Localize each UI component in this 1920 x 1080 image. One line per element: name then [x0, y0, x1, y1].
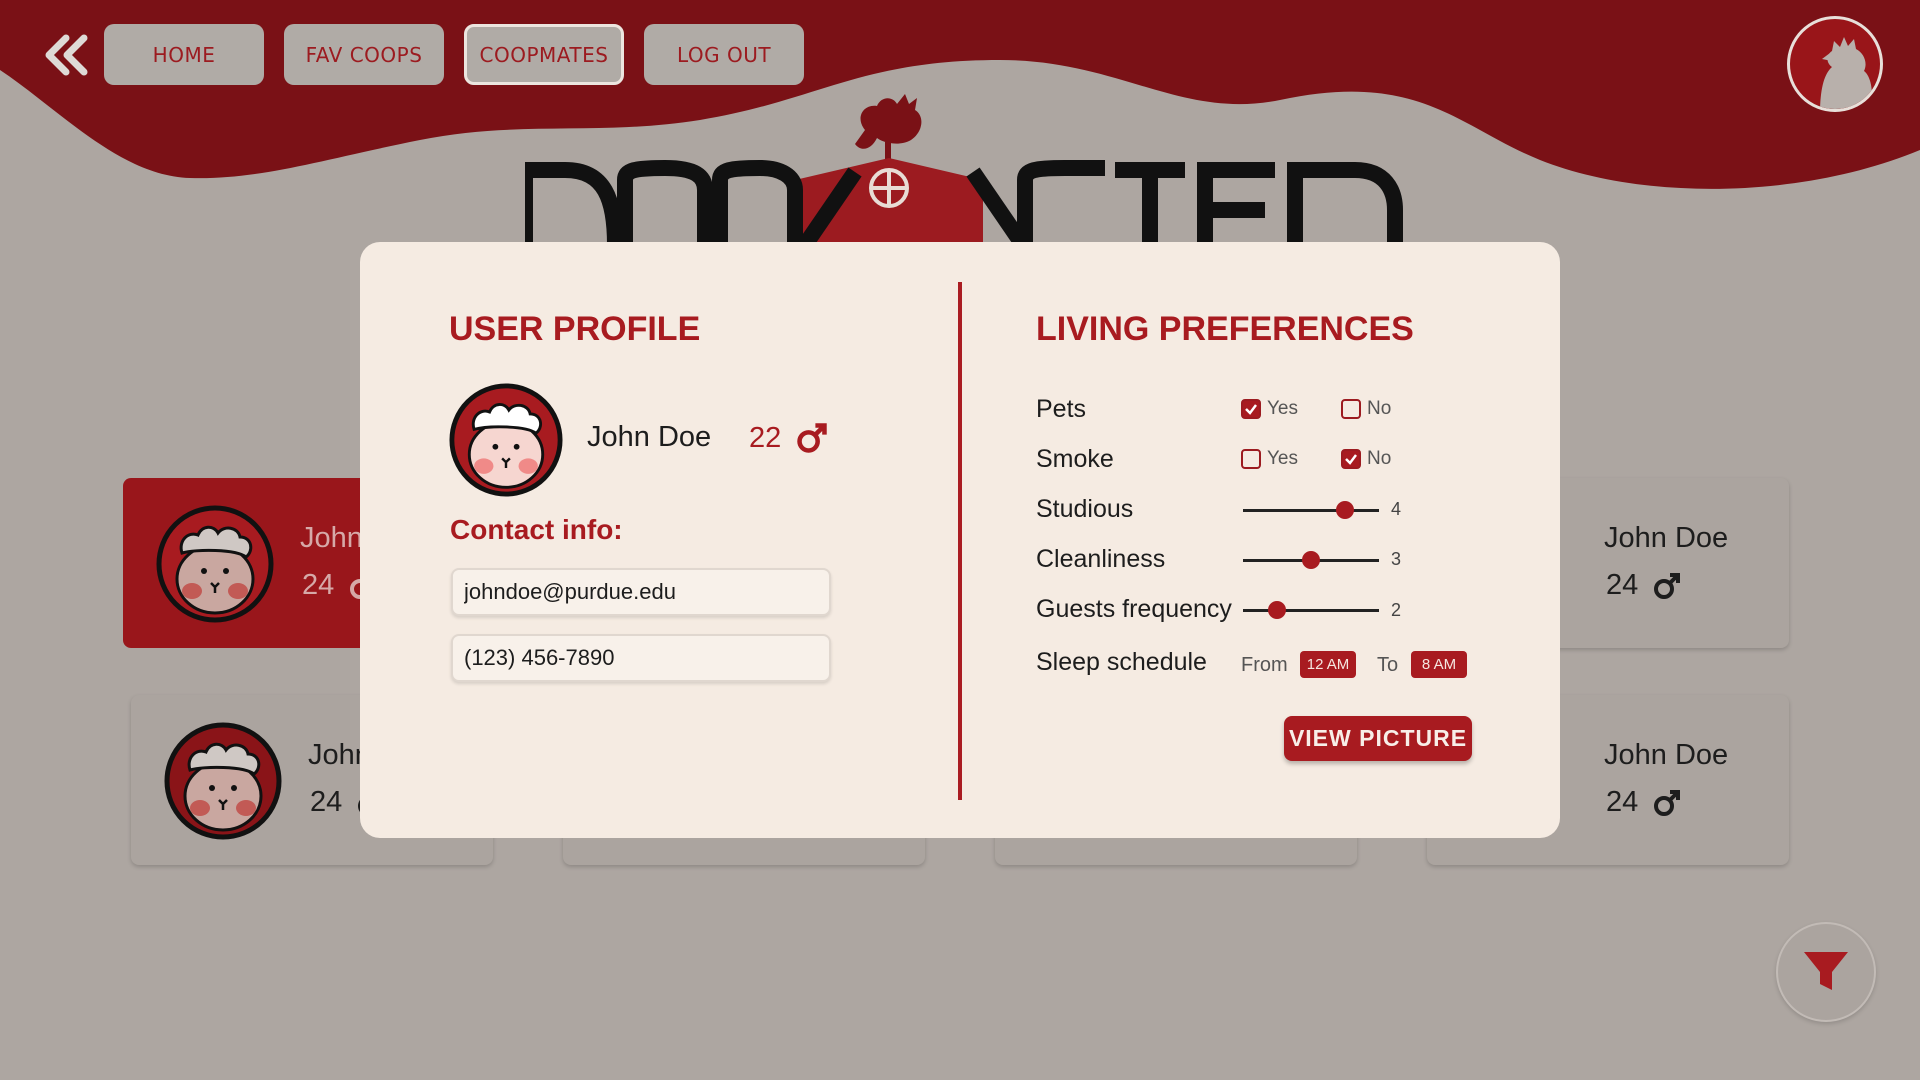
- sleep-to-label: To: [1377, 654, 1399, 676]
- guests-frequency-value: 2: [1391, 600, 1402, 620]
- slider-thumb[interactable]: [1302, 551, 1320, 569]
- app-logo: [525, 94, 1403, 245]
- user-profile-heading: USER PROFILE: [449, 310, 701, 348]
- account-avatar[interactable]: [1787, 16, 1883, 112]
- card-age: 24: [310, 786, 343, 818]
- card-name: John Doe: [1604, 522, 1729, 554]
- check-icon: [1241, 399, 1261, 419]
- slider-thumb[interactable]: [1336, 501, 1354, 519]
- phone-field[interactable]: [451, 634, 831, 682]
- slider-thumb[interactable]: [1268, 601, 1286, 619]
- checkbox-empty-icon: [1341, 399, 1361, 419]
- email-field[interactable]: [451, 568, 831, 616]
- profile-age: 22: [749, 421, 782, 454]
- pets-no-label: No: [1367, 398, 1392, 419]
- view-picture-button[interactable]: VIEW PICTURE: [1284, 716, 1472, 761]
- cleanliness-value: 3: [1391, 549, 1402, 569]
- male-icon: [1654, 789, 1681, 816]
- modal-divider: [958, 282, 962, 800]
- sleep-to-time[interactable]: 8 AM: [1411, 651, 1467, 678]
- pets-label: Pets: [1036, 395, 1087, 423]
- smoke-no-checkbox[interactable]: No: [1341, 448, 1391, 470]
- nav-fav-coops-button[interactable]: FAV COOPS: [284, 24, 444, 85]
- pets-yes-label: Yes: [1267, 398, 1298, 419]
- double-chevron-left-icon: [45, 34, 88, 76]
- studious-value: 4: [1391, 499, 1402, 519]
- sleep-from-label: From: [1241, 654, 1288, 676]
- sleep-schedule-label: Sleep schedule: [1036, 648, 1207, 676]
- guests-frequency-label: Guests frequency: [1036, 595, 1232, 623]
- filter-button[interactable]: [1776, 922, 1876, 1022]
- card-age: 24: [302, 569, 335, 601]
- check-icon: [1341, 449, 1361, 469]
- sheep-avatar-icon: [164, 722, 282, 840]
- smoke-label: Smoke: [1036, 445, 1114, 473]
- slider-track: [1243, 609, 1379, 612]
- male-icon: [797, 423, 827, 453]
- studious-slider[interactable]: [1243, 500, 1379, 520]
- sleep-from-time[interactable]: 12 AM: [1300, 651, 1356, 678]
- contact-info-label: Contact info:: [450, 514, 623, 545]
- card-name: John Doe: [1604, 739, 1729, 771]
- filter-icon: [1804, 952, 1848, 990]
- sheep-avatar-icon: [156, 505, 274, 623]
- profile-age-row: 22: [749, 421, 829, 455]
- card-age: 24: [1606, 786, 1639, 818]
- sheep-avatar-icon: [449, 383, 563, 497]
- rooster-weathervane-icon: [855, 94, 922, 168]
- smoke-no-label: No: [1367, 448, 1392, 469]
- studious-label: Studious: [1036, 495, 1134, 523]
- male-icon: [1654, 572, 1681, 599]
- card-age: 24: [1606, 569, 1639, 601]
- back-button[interactable]: [42, 30, 92, 80]
- living-preferences-heading: LIVING PREFERENCES: [1036, 310, 1414, 348]
- card-age-row: 24: [1606, 569, 1682, 602]
- nav-home-button[interactable]: HOME: [104, 24, 264, 85]
- checkbox-empty-icon: [1241, 449, 1261, 469]
- card-age-row: 24: [1606, 786, 1682, 819]
- slider-track: [1243, 509, 1379, 512]
- guests-frequency-slider[interactable]: [1243, 600, 1379, 620]
- pets-yes-checkbox[interactable]: Yes: [1241, 398, 1298, 420]
- profile-modal: USER PROFILE John Doe 22 Contact info: L…: [360, 242, 1560, 838]
- smoke-yes-label: Yes: [1267, 448, 1298, 469]
- profile-name: John Doe: [587, 421, 712, 453]
- cleanliness-slider[interactable]: [1243, 550, 1379, 570]
- pets-no-checkbox[interactable]: No: [1341, 398, 1391, 420]
- cleanliness-label: Cleanliness: [1036, 545, 1166, 573]
- smoke-yes-checkbox[interactable]: Yes: [1241, 448, 1298, 470]
